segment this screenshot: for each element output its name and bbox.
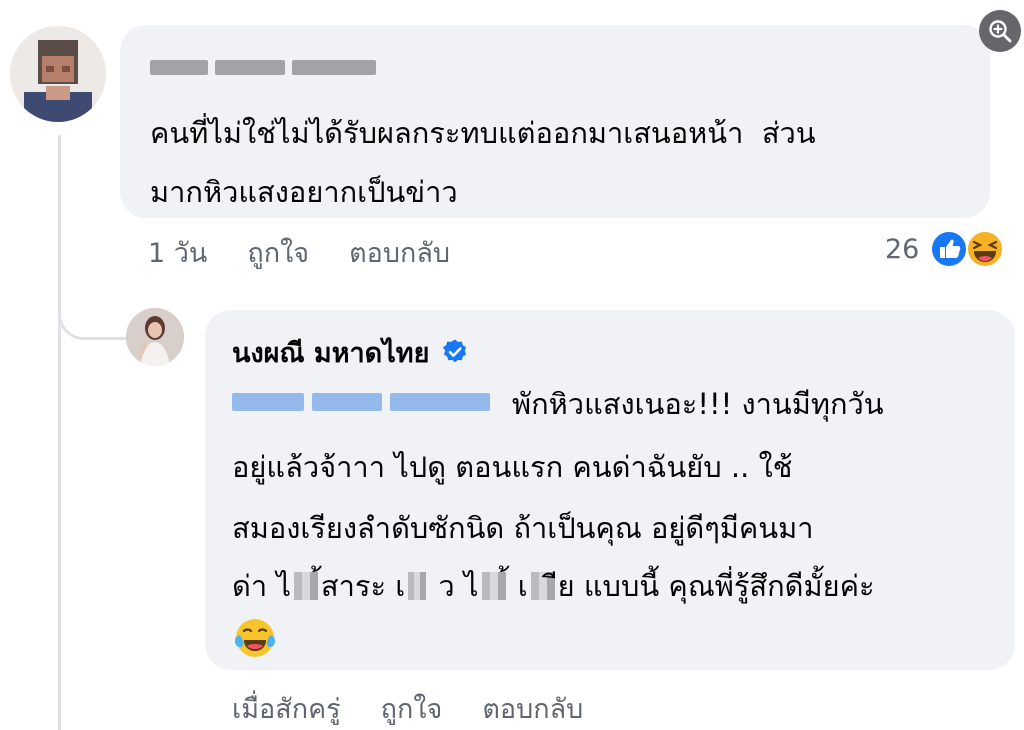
- avatar[interactable]: [10, 26, 106, 122]
- haha-reaction-icon: [966, 230, 1005, 268]
- reply-button[interactable]: ตอบกลับ: [482, 687, 583, 730]
- tears-of-joy-emoji-icon: [235, 619, 275, 657]
- blurred-avatar-image: [10, 26, 106, 122]
- author-name[interactable]: นงผณี มหาดไทย: [232, 332, 469, 372]
- like-button[interactable]: ถูกใจ: [381, 687, 443, 730]
- thread-line: [58, 135, 61, 730]
- reply-text-fragment: ว ไ: [429, 569, 479, 603]
- zoom-in-icon: [989, 20, 1012, 43]
- censor-pixelation: [408, 572, 427, 600]
- comment-actions: 1 วัน ถูกใจ ตอบกลับ: [148, 230, 450, 274]
- reply-text-line: สมองเรียงลำดับซักนิด ถ้าเป็นคุณ อยู่ดีๆม…: [232, 511, 814, 545]
- blurred-author-name[interactable]: [150, 54, 376, 80]
- reply-text-line: พักหิวแสงเนอะ!!! งานมีทุกวัน: [512, 387, 884, 421]
- reply-text-line: อยู่แล้วจ้าาา ไปดู ตอนแรก คนด่าฉันยับ ..…: [232, 450, 793, 484]
- author-avatar-image: [126, 308, 184, 366]
- reply-text-fragment: ด่า ไ: [232, 569, 291, 603]
- censor-pixelation: [293, 572, 318, 600]
- blurred-mention-tag[interactable]: [232, 387, 497, 417]
- reaction-summary[interactable]: 26: [885, 226, 1005, 272]
- author-name-text: นงผณี มหาดไทย: [232, 337, 430, 369]
- reply-text-fragment: ้ เ: [508, 569, 528, 603]
- reply-text-line-censored: ด่า ไ้สาระ เ ว ไ้ เีย แบบนี้ คุณพี่รู้สึ…: [232, 566, 875, 606]
- like-reaction-icon: [930, 230, 969, 268]
- reply-text-fragment: ้สาระ เ: [320, 569, 406, 603]
- thread-connector: [58, 250, 128, 340]
- reply-time[interactable]: เมื่อสักครู่: [232, 687, 341, 730]
- comment-text: คนที่ไม่ใช่ไม่ได้รับผลกระทบแต่ออกมาเสนอห…: [150, 116, 816, 209]
- verified-badge-icon: [443, 339, 467, 363]
- avatar[interactable]: [126, 308, 184, 366]
- censor-pixelation: [481, 572, 506, 600]
- zoom-in-button[interactable]: [979, 10, 1021, 52]
- reaction-count: 26: [885, 233, 920, 265]
- reply-text-fragment: ีย แบบนี้ คุณพี่รู้สึกดีมั้ยค่ะ: [557, 569, 875, 603]
- censor-pixelation: [530, 572, 555, 600]
- reply-button[interactable]: ตอบกลับ: [349, 231, 450, 274]
- comment-time[interactable]: 1 วัน: [148, 231, 207, 274]
- like-button[interactable]: ถูกใจ: [247, 231, 309, 274]
- reply-actions: เมื่อสักครู่ ถูกใจ ตอบกลับ: [232, 686, 583, 730]
